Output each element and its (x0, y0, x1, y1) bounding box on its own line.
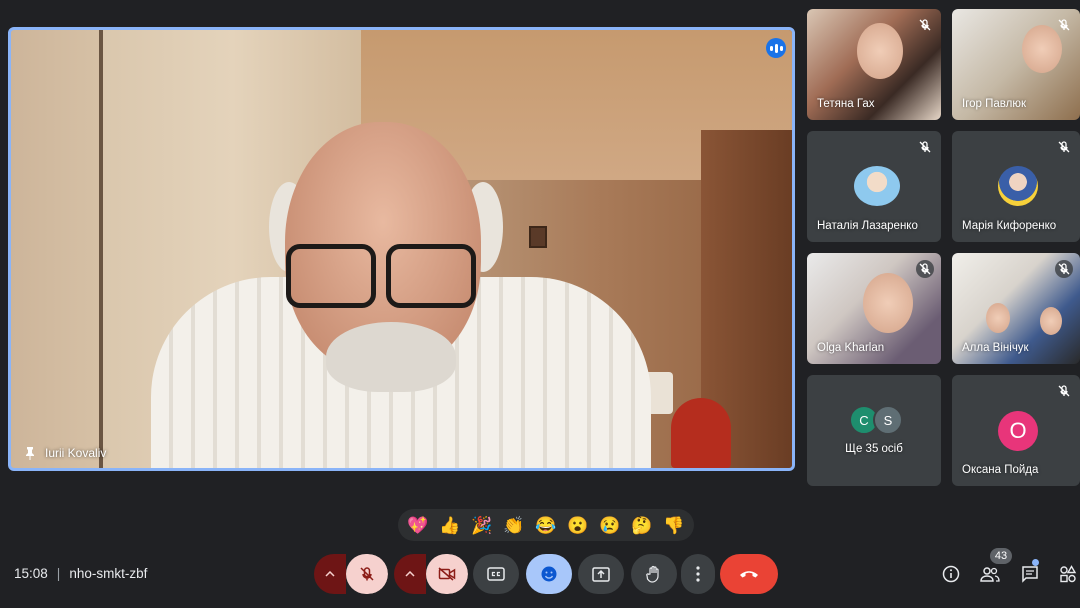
speaker-video (151, 122, 651, 468)
reaction-party[interactable]: 🎉 (471, 517, 492, 534)
end-call-button[interactable] (720, 554, 778, 594)
main-speaker-tile[interactable]: Iurii Kovaliv (8, 27, 795, 471)
meeting-details-button[interactable] (939, 562, 963, 586)
participant-name: Наталія Лазаренко (817, 220, 918, 232)
mic-off-icon (1055, 16, 1073, 34)
participant-tile[interactable]: О Оксана Пойда (952, 375, 1080, 486)
emoji-icon (540, 565, 558, 583)
camera-control (394, 554, 468, 594)
reaction-clap[interactable]: 👏 (503, 517, 524, 534)
participant-name: Марія Кифоренко (962, 220, 1057, 232)
participant-tile[interactable]: Марія Кифоренко (952, 131, 1080, 242)
activities-button[interactable] (1056, 562, 1080, 586)
chat-icon (1021, 565, 1039, 583)
mic-off-icon (1055, 260, 1073, 278)
main-speaker-label: Iurii Kovaliv (23, 446, 106, 460)
people-button[interactable] (978, 562, 1002, 586)
raise-hand-button[interactable] (631, 554, 677, 594)
captions-icon (487, 567, 505, 581)
reaction-surprised[interactable]: 😮 (567, 517, 588, 534)
more-participants-label: Ще 35 осіб (845, 443, 903, 455)
reaction-sad[interactable]: 😢 (599, 517, 620, 534)
participant-name: Тетяна Гах (817, 98, 875, 110)
mic-off-icon (359, 566, 375, 582)
more-options-icon (696, 566, 700, 582)
reaction-thinking[interactable]: 🤔 (631, 517, 652, 534)
avatar (998, 166, 1038, 206)
separator: | (56, 566, 61, 581)
mic-off-icon (916, 260, 934, 278)
present-button[interactable] (578, 554, 624, 594)
chat-button[interactable] (1018, 562, 1042, 586)
end-call-icon (739, 569, 759, 579)
mic-off-icon (1055, 138, 1073, 156)
reactions-bar: 💖 👍 🎉 👏 😂 😮 😢 🤔 👎 (398, 509, 694, 541)
camera-off-icon (438, 567, 456, 581)
present-icon (592, 566, 610, 582)
participant-name: Olga Kharlan (817, 342, 885, 354)
participant-name: Ігор Павлюк (962, 98, 1026, 110)
info-icon (942, 565, 960, 583)
speaking-icon (766, 38, 786, 58)
participant-name: Оксана Пойда (962, 464, 1039, 476)
captions-button[interactable] (473, 554, 519, 594)
main-speaker-name: Iurii Kovaliv (45, 446, 107, 460)
reaction-thumbs-up[interactable]: 👍 (439, 517, 460, 534)
avatar: S (873, 405, 903, 435)
pin-icon[interactable] (23, 446, 37, 460)
avatar (854, 166, 900, 206)
mic-off-icon (916, 16, 934, 34)
reaction-thumbs-down[interactable]: 👎 (663, 517, 684, 534)
participant-tile[interactable]: Ігор Павлюк (952, 9, 1080, 120)
mic-off-icon (916, 138, 934, 156)
background-lamp (671, 398, 731, 468)
participant-name: Алла Вінічук (962, 342, 1029, 354)
more-options-button[interactable] (681, 554, 715, 594)
participant-tile[interactable]: Olga Kharlan (807, 253, 941, 364)
emoji-button[interactable] (526, 554, 572, 594)
chevron-up-icon[interactable] (314, 554, 346, 594)
mic-off-icon (1055, 382, 1073, 400)
reaction-laugh[interactable]: 😂 (535, 517, 556, 534)
meeting-info: 15:08 | nho-smkt-zbf (14, 566, 147, 581)
chevron-up-icon[interactable] (394, 554, 426, 594)
mic-off-button[interactable] (346, 554, 388, 594)
participant-tile[interactable]: Тетяна Гах (807, 9, 941, 120)
activities-icon (1059, 565, 1077, 583)
participant-tile[interactable]: Наталія Лазаренко (807, 131, 941, 242)
microphone-control (314, 554, 388, 594)
participant-tile[interactable]: Алла Вінічук (952, 253, 1080, 364)
reaction-heart[interactable]: 💖 (407, 517, 428, 534)
people-icon (980, 566, 1000, 582)
avatar: О (998, 411, 1038, 451)
meeting-time: 15:08 (14, 566, 48, 581)
more-participants-tile[interactable]: C S Ще 35 осіб (807, 375, 941, 486)
meeting-code[interactable]: nho-smkt-zbf (69, 566, 147, 581)
camera-off-button[interactable] (426, 554, 468, 594)
raise-hand-icon (646, 565, 662, 583)
